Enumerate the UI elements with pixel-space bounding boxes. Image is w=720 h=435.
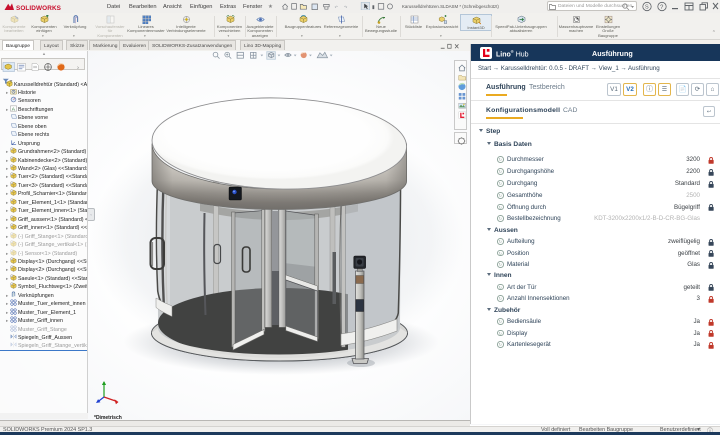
svg-text:›: › (77, 66, 79, 72)
svg-text:SOLIDWORKS: SOLIDWORKS (16, 5, 62, 11)
svg-text:↷: ↷ (344, 4, 348, 9)
svg-text:▮: ▮ (372, 4, 375, 10)
svg-text:S: S (645, 5, 649, 11)
svg-text:↶: ↶ (335, 4, 339, 9)
svg-text:?: ? (660, 5, 664, 11)
